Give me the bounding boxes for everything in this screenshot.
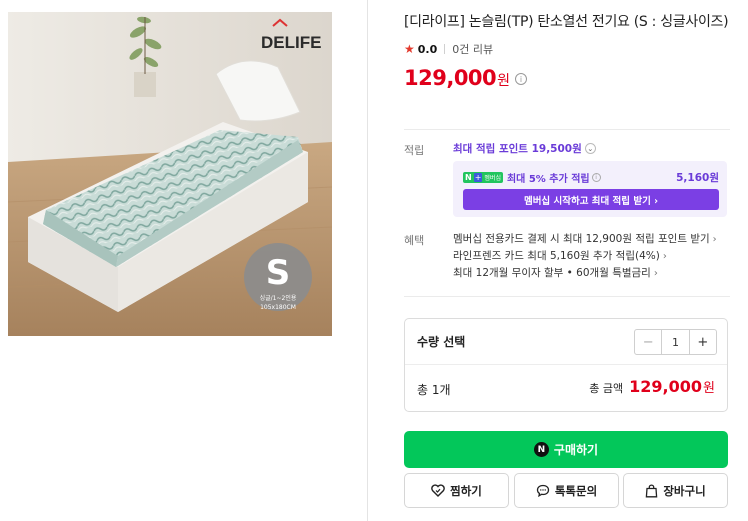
product-image[interactable]: DELIFE S 싱글/1~2인용 105x180CM (8, 12, 332, 336)
increase-button[interactable]: + (688, 330, 716, 354)
total-unit: 원 (703, 381, 715, 396)
total-label: 총 금액 (589, 382, 624, 395)
svg-text:DELIFE: DELIFE (261, 33, 321, 52)
benefits-list: 멤버십 전용카드 결제 시 최대 12,900원 적립 포인트 받기 › 라인프렌… (453, 231, 717, 282)
naver-pay-icon: N (533, 442, 549, 457)
quantity-input[interactable]: 1 (662, 330, 688, 354)
product-info-panel: [디라이프] 논슬림(TP) 탄소열선 전기요 (S : 싱글사이즈) ★ 0.… (404, 12, 730, 90)
total-amount: 129,000 (629, 377, 703, 396)
product-title: [디라이프] 논슬림(TP) 탄소열선 전기요 (S : 싱글사이즈) (404, 14, 729, 30)
quantity-stepper: − 1 + (634, 329, 717, 355)
divider (444, 44, 446, 54)
wishlist-label: 찜하기 (450, 483, 482, 498)
max-points-link[interactable]: 최대 적립 포인트 19,500원 ⌄ (453, 141, 596, 156)
star-icon: ★ (404, 42, 415, 56)
chevron-right-icon: › (662, 251, 667, 262)
talk-inquiry-button[interactable]: 톡톡문의 (514, 473, 619, 508)
naver-membership-badge: N + 멤버십 (463, 172, 503, 183)
rating-row: ★ 0.0 0건 리뷰 (404, 41, 730, 57)
chat-icon (536, 484, 549, 497)
price-amount: 129,000 (404, 66, 497, 90)
info-icon[interactable]: i (515, 73, 528, 85)
section-divider (404, 129, 730, 130)
price-row: 129,000 원 i (404, 66, 730, 90)
chevron-right-icon: › (653, 268, 658, 279)
heart-icon (431, 484, 445, 497)
membership-box: N + 멤버십 최대 5% 추가 적립 i 5,160원 멤버십 시작하고 최대… (453, 161, 727, 217)
cart-label: 장바구니 (663, 483, 706, 498)
total-count: 총 1개 (417, 383, 451, 397)
svg-text:싱글/1~2인용: 싱글/1~2인용 (260, 294, 297, 302)
points-label: 적립 (404, 144, 425, 157)
size-badge: S 싱글/1~2인용 105x180CM (244, 243, 312, 311)
total-price-row: 총 금액 129,000 원 (589, 377, 715, 396)
product-photo: DELIFE S 싱글/1~2인용 105x180CM (8, 12, 332, 336)
buy-label: 구매하기 (553, 443, 599, 457)
review-count-link[interactable]: 0건 리뷰 (452, 41, 493, 57)
svg-text:105x180CM: 105x180CM (260, 304, 296, 311)
max-points-text: 최대 적립 포인트 19,500원 (453, 143, 582, 155)
chevron-down-icon: ⌄ (584, 143, 596, 154)
vertical-divider (367, 0, 368, 521)
buy-button[interactable]: N 구매하기 (404, 431, 728, 468)
wishlist-button[interactable]: 찜하기 (404, 473, 509, 508)
divider (405, 364, 727, 365)
benefits-label: 혜택 (404, 234, 425, 247)
membership-amount: 5,160원 (676, 172, 719, 184)
info-icon[interactable]: i (591, 173, 601, 182)
membership-row: N + 멤버십 최대 5% 추가 적립 i 5,160원 (463, 170, 719, 185)
benefit-item[interactable]: 멤버십 전용카드 결제 시 최대 12,900원 적립 포인트 받기 › (453, 231, 717, 248)
svg-text:S: S (266, 253, 291, 293)
start-membership-button[interactable]: 멤버십 시작하고 최대 적립 받기 › (463, 189, 719, 210)
shopping-bag-icon (646, 483, 658, 497)
decrease-button[interactable]: − (635, 330, 663, 354)
cart-button[interactable]: 장바구니 (623, 473, 728, 508)
rating-score: 0.0 (417, 42, 438, 56)
talk-inquiry-label: 톡톡문의 (554, 483, 598, 498)
quantity-label: 수량 선택 (417, 335, 466, 349)
benefit-item[interactable]: 라인프렌즈 카드 최대 5,160원 추가 적립(4%) › (453, 248, 717, 265)
price-unit: 원 (497, 72, 511, 89)
chevron-right-icon: › (712, 234, 717, 245)
membership-extra-text: 최대 5% 추가 적립 (506, 174, 590, 185)
section-divider (404, 296, 730, 297)
quantity-box: 수량 선택 − 1 + 총 1개 총 금액 129,000 원 (404, 318, 728, 412)
benefit-item[interactable]: 최대 12개월 무이자 할부 • 60개월 특별금리 › (453, 265, 717, 282)
